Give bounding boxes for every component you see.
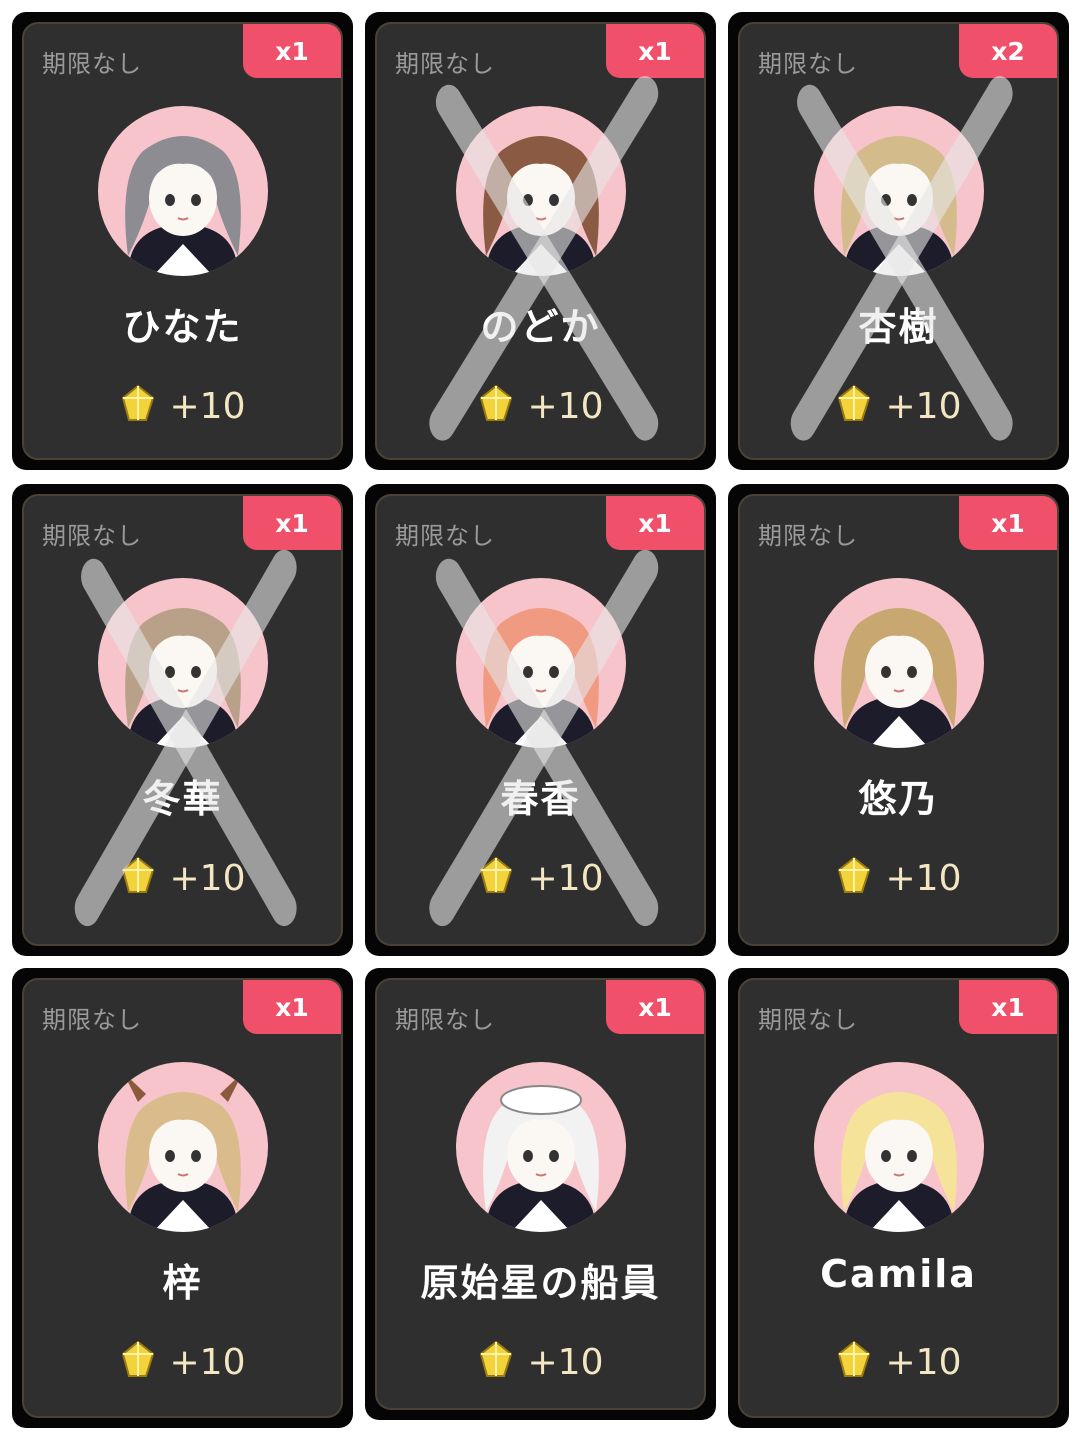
reward-row: +10 (740, 856, 1057, 900)
character-avatar (455, 106, 626, 276)
card-panel: 期限なし x1 原始星の船員 +10 (375, 978, 706, 1410)
reward-amount: +10 (885, 385, 962, 427)
expiry-label: 期限なし (42, 1006, 142, 1034)
character-name: 梓 (162, 1261, 203, 1305)
count-badge: x1 (243, 496, 341, 550)
character-name: 原始星の船員 (420, 1261, 661, 1305)
gold-crystal-icon (478, 856, 514, 900)
card-panel: 期限なし x1 悠乃 +10 (738, 494, 1059, 946)
gold-crystal-icon (120, 856, 156, 900)
card-panel: 期限なし x1 春香 +10 (375, 494, 706, 946)
expiry-label: 期限なし (395, 522, 495, 550)
expiry-label: 期限なし (758, 50, 858, 78)
count-badge: x1 (606, 24, 704, 78)
card-panel: 期限なし x1 のどか +10 (375, 22, 706, 460)
character-name: のどか (480, 305, 601, 349)
count-badge: x1 (959, 980, 1057, 1034)
expiry-label: 期限なし (758, 1006, 858, 1034)
character-card[interactable]: 期限なし x1 ひなた +10 (12, 12, 353, 470)
character-avatar (97, 1062, 268, 1232)
character-avatar (813, 106, 984, 276)
count-badge: x2 (959, 24, 1057, 78)
gold-crystal-icon (478, 384, 514, 428)
gold-crystal-icon (836, 1340, 872, 1384)
reward-amount: +10 (885, 857, 962, 899)
reward-amount: +10 (527, 385, 604, 427)
card-panel: 期限なし x2 杏樹 +10 (738, 22, 1059, 460)
reward-row: +10 (377, 1340, 704, 1384)
reward-row: +10 (24, 856, 341, 900)
reward-row: +10 (740, 1340, 1057, 1384)
count-badge: x1 (606, 980, 704, 1034)
card-panel: 期限なし x1 Camila +10 (738, 978, 1059, 1418)
character-card[interactable]: 期限なし x2 杏樹 +10 (728, 12, 1069, 470)
reward-row: +10 (740, 384, 1057, 428)
reward-row: +10 (377, 856, 704, 900)
character-name: 冬華 (142, 777, 223, 821)
character-card[interactable]: 期限なし x1 春香 +10 (365, 484, 716, 956)
character-avatar (813, 578, 984, 748)
gold-crystal-icon (478, 1340, 514, 1384)
card-panel: 期限なし x1 ひなた +10 (22, 22, 343, 460)
gold-crystal-icon (120, 1340, 156, 1384)
character-name: 杏樹 (858, 305, 939, 349)
character-avatar (97, 578, 268, 748)
gold-crystal-icon (836, 384, 872, 428)
character-avatar (455, 578, 626, 748)
character-name: ひなた (122, 305, 243, 349)
character-card[interactable]: 期限なし x1 原始星の船員 +10 (365, 968, 716, 1420)
character-card[interactable]: 期限なし x1 Camila +10 (728, 968, 1069, 1428)
reward-amount: +10 (527, 1341, 604, 1383)
count-badge: x1 (959, 496, 1057, 550)
character-avatar (97, 106, 268, 276)
card-panel: 期限なし x1 梓 +10 (22, 978, 343, 1418)
character-name: 春香 (500, 777, 581, 821)
expiry-label: 期限なし (42, 50, 142, 78)
count-badge: x1 (243, 24, 341, 78)
expiry-label: 期限なし (395, 50, 495, 78)
character-card[interactable]: 期限なし x1 悠乃 +10 (728, 484, 1069, 956)
character-card[interactable]: 期限なし x1 のどか +10 (365, 12, 716, 470)
reward-amount: +10 (169, 857, 246, 899)
character-name: 悠乃 (858, 777, 939, 821)
reward-amount: +10 (527, 857, 604, 899)
count-badge: x1 (606, 496, 704, 550)
character-avatar (455, 1062, 626, 1232)
reward-amount: +10 (169, 385, 246, 427)
reward-amount: +10 (169, 1341, 246, 1383)
character-avatar (813, 1062, 984, 1232)
count-badge: x1 (243, 980, 341, 1034)
reward-amount: +10 (885, 1341, 962, 1383)
gold-crystal-icon (120, 384, 156, 428)
reward-row: +10 (24, 1340, 341, 1384)
card-panel: 期限なし x1 冬華 +10 (22, 494, 343, 946)
expiry-label: 期限なし (758, 522, 858, 550)
gold-crystal-icon (836, 856, 872, 900)
character-name: Camila (820, 1252, 977, 1296)
reward-row: +10 (24, 384, 341, 428)
reward-row: +10 (377, 384, 704, 428)
character-card[interactable]: 期限なし x1 冬華 +10 (12, 484, 353, 956)
expiry-label: 期限なし (395, 1006, 495, 1034)
expiry-label: 期限なし (42, 522, 142, 550)
character-card[interactable]: 期限なし x1 梓 +10 (12, 968, 353, 1428)
